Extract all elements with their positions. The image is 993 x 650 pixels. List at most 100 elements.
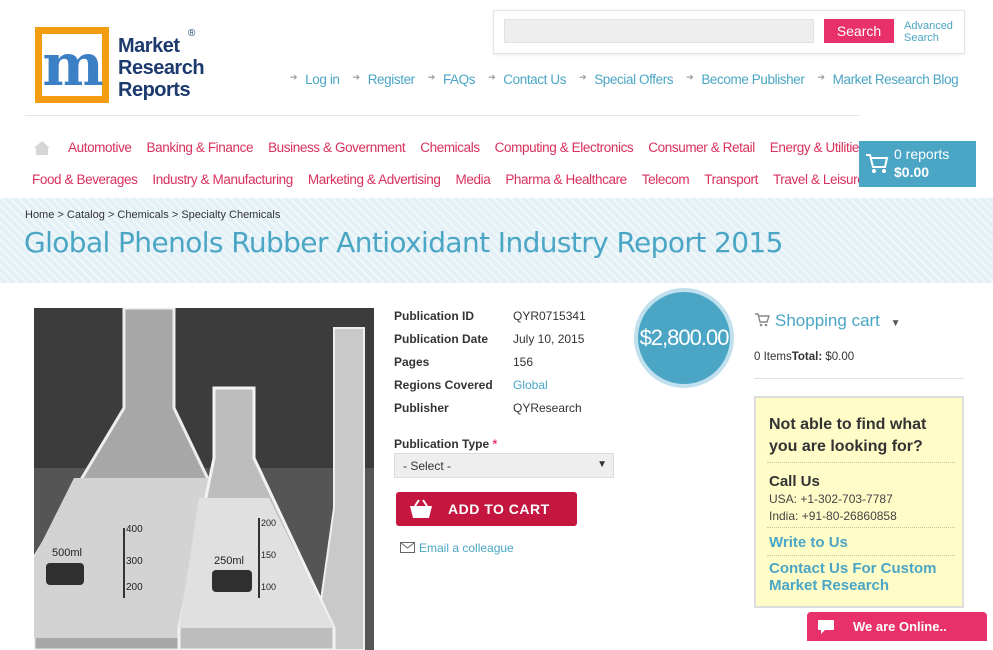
help-divider [767, 462, 955, 463]
dropdown-caret-icon: ▼ [597, 459, 607, 470]
chat-label: We are Online.. [853, 619, 947, 634]
top-links: ➔ Log in ➔ Register ➔ FAQs ➔ Contact Us ➔ Spe… [290, 72, 959, 87]
breadcrumb-catalog[interactable]: Catalog [67, 209, 105, 221]
pages-label: Pages [394, 355, 430, 369]
arrow-icon: ➔ [290, 72, 298, 82]
search-input[interactable] [504, 19, 814, 43]
cart-report-count: 0 reports [894, 146, 950, 162]
pub-date-value: July 10, 2015 [513, 332, 585, 346]
flask2-tick-150: 150 [261, 550, 276, 560]
nav-energy-utilities[interactable]: Energy & Utilities [770, 140, 866, 155]
arrow-icon: ➔ [817, 72, 825, 82]
become-publisher-link[interactable]: Become Publisher [701, 72, 805, 87]
nav-business-government[interactable]: Business & Government [268, 140, 406, 155]
help-box: Not able to find what you are looking fo… [754, 396, 964, 608]
category-nav-row2: Food & Beverages Industry & Manufacturin… [32, 172, 865, 187]
blog-link[interactable]: Market Research Blog [833, 72, 959, 87]
nav-marketing-advertising[interactable]: Marketing & Advertising [308, 172, 441, 187]
breadcrumb-chemicals[interactable]: Chemicals [117, 209, 168, 221]
contact-us-link[interactable]: Contact Us [503, 72, 566, 87]
nav-food-beverages[interactable]: Food & Beverages [32, 172, 138, 187]
flask1-tick-300: 300 [126, 556, 143, 567]
nav-travel-leisure[interactable]: Travel & Leisure [773, 172, 865, 187]
faqs-link[interactable]: FAQs [443, 72, 476, 87]
pages-value: 156 [513, 355, 534, 369]
flask1-tick-400: 400 [126, 524, 143, 535]
call-us-heading: Call Us [769, 473, 820, 490]
breadcrumb-sep: > [171, 209, 179, 221]
envelope-icon [400, 542, 415, 553]
site-logo[interactable]: m [35, 27, 109, 103]
pub-type-selected: - Select - [403, 459, 452, 473]
breadcrumb-sep: > [107, 209, 115, 221]
arrow-icon: ➔ [686, 72, 694, 82]
pub-type-select[interactable]: - Select - ▼ [394, 453, 614, 478]
breadcrumb-specialty[interactable]: Specialty Chemicals [181, 209, 280, 221]
page-title: Global Phenols Rubber Antioxidant Indust… [24, 226, 783, 259]
phone-usa: USA: +1-302-703-7787 [769, 492, 893, 506]
advanced-line1: Advanced [904, 20, 953, 32]
special-offers-link[interactable]: Special Offers [594, 72, 673, 87]
breadcrumb-home[interactable]: Home [25, 209, 54, 221]
product-image: 500ml 400 300 200 250ml 200 150 100 [34, 308, 374, 650]
help-heading-line2: you are looking for? [769, 438, 923, 455]
help-divider [767, 555, 955, 556]
publisher-value: QYResearch [513, 401, 582, 415]
nav-transport[interactable]: Transport [704, 172, 758, 187]
register-link[interactable]: Register [368, 72, 415, 87]
add-to-cart-button[interactable]: ADD TO CART [396, 492, 577, 526]
nav-divider [25, 115, 860, 116]
required-marker: * [492, 437, 498, 451]
nav-computing-electronics[interactable]: Computing & Electronics [495, 140, 634, 155]
arrow-icon: ➔ [427, 72, 436, 82]
shopping-cart-toggle[interactable]: Shopping cart ▼ [775, 311, 901, 331]
category-nav-row1: Automotive Banking & Finance Business & … [68, 140, 866, 155]
nav-chemicals[interactable]: Chemicals [420, 140, 480, 155]
arrow-icon: ➔ [579, 72, 587, 82]
login-link[interactable]: Log in [305, 72, 340, 87]
pub-id-label: Publication ID [394, 309, 475, 323]
custom-research-line2: Market Research [769, 577, 890, 594]
help-heading-line1: Not able to find what [769, 416, 927, 433]
flask2-tick-200: 200 [261, 518, 276, 528]
regions-link[interactable]: Global [513, 378, 548, 392]
flask-label-1: 500ml [52, 547, 82, 559]
registered-mark: ® [188, 28, 196, 39]
add-to-cart-label: ADD TO CART [448, 501, 550, 517]
advanced-line2: Search [904, 32, 939, 44]
email-colleague-link[interactable]: Email a colleague [400, 541, 514, 555]
header-cart-button[interactable]: 0 reports $0.00 [859, 141, 976, 187]
custom-research-link[interactable]: Contact Us For Custom Market Research [769, 560, 937, 594]
advanced-search-link[interactable]: Advanced Search [904, 20, 953, 44]
help-divider [767, 527, 955, 528]
nav-telecom[interactable]: Telecom [642, 172, 690, 187]
arrow-icon: ➔ [488, 72, 496, 82]
nav-automotive[interactable]: Automotive [68, 140, 132, 155]
nav-banking-finance[interactable]: Banking & Finance [147, 140, 254, 155]
logo-text[interactable]: Market Research Reports [118, 35, 205, 101]
chevron-down-icon: ▼ [890, 318, 901, 329]
cart-total-label: Total: [791, 351, 823, 363]
logo-line3: Reports [118, 79, 191, 101]
search-button[interactable]: Search [824, 19, 894, 43]
breadcrumb: Home > Catalog > Chemicals > Specialty C… [25, 209, 280, 221]
breadcrumb-sep: > [57, 209, 64, 221]
pub-type-label: Publication Type * [394, 437, 497, 451]
phone-india: India: +91-80-26860858 [769, 509, 897, 523]
nav-consumer-retail[interactable]: Consumer & Retail [648, 140, 755, 155]
home-icon[interactable] [33, 140, 51, 156]
nav-pharma-healthcare[interactable]: Pharma & Healthcare [505, 172, 627, 187]
nav-media[interactable]: Media [456, 172, 491, 187]
help-heading: Not able to find what you are looking fo… [769, 414, 926, 458]
cart-total-value: $0.00 [825, 351, 855, 363]
write-to-us-link[interactable]: Write to Us [769, 534, 848, 551]
custom-research-line1: Contact Us For Custom [769, 560, 937, 577]
shopping-cart-icon [755, 313, 770, 327]
nav-industry-manufacturing[interactable]: Industry & Manufacturing [152, 172, 293, 187]
cart-icon [866, 154, 889, 173]
pub-id-value: QYR0715341 [513, 309, 586, 323]
flask-label-2: 250ml [214, 555, 244, 567]
live-chat-button[interactable]: We are Online.. [807, 612, 987, 641]
arrow-icon: ➔ [352, 72, 361, 82]
cart-total: $0.00 [894, 164, 930, 180]
